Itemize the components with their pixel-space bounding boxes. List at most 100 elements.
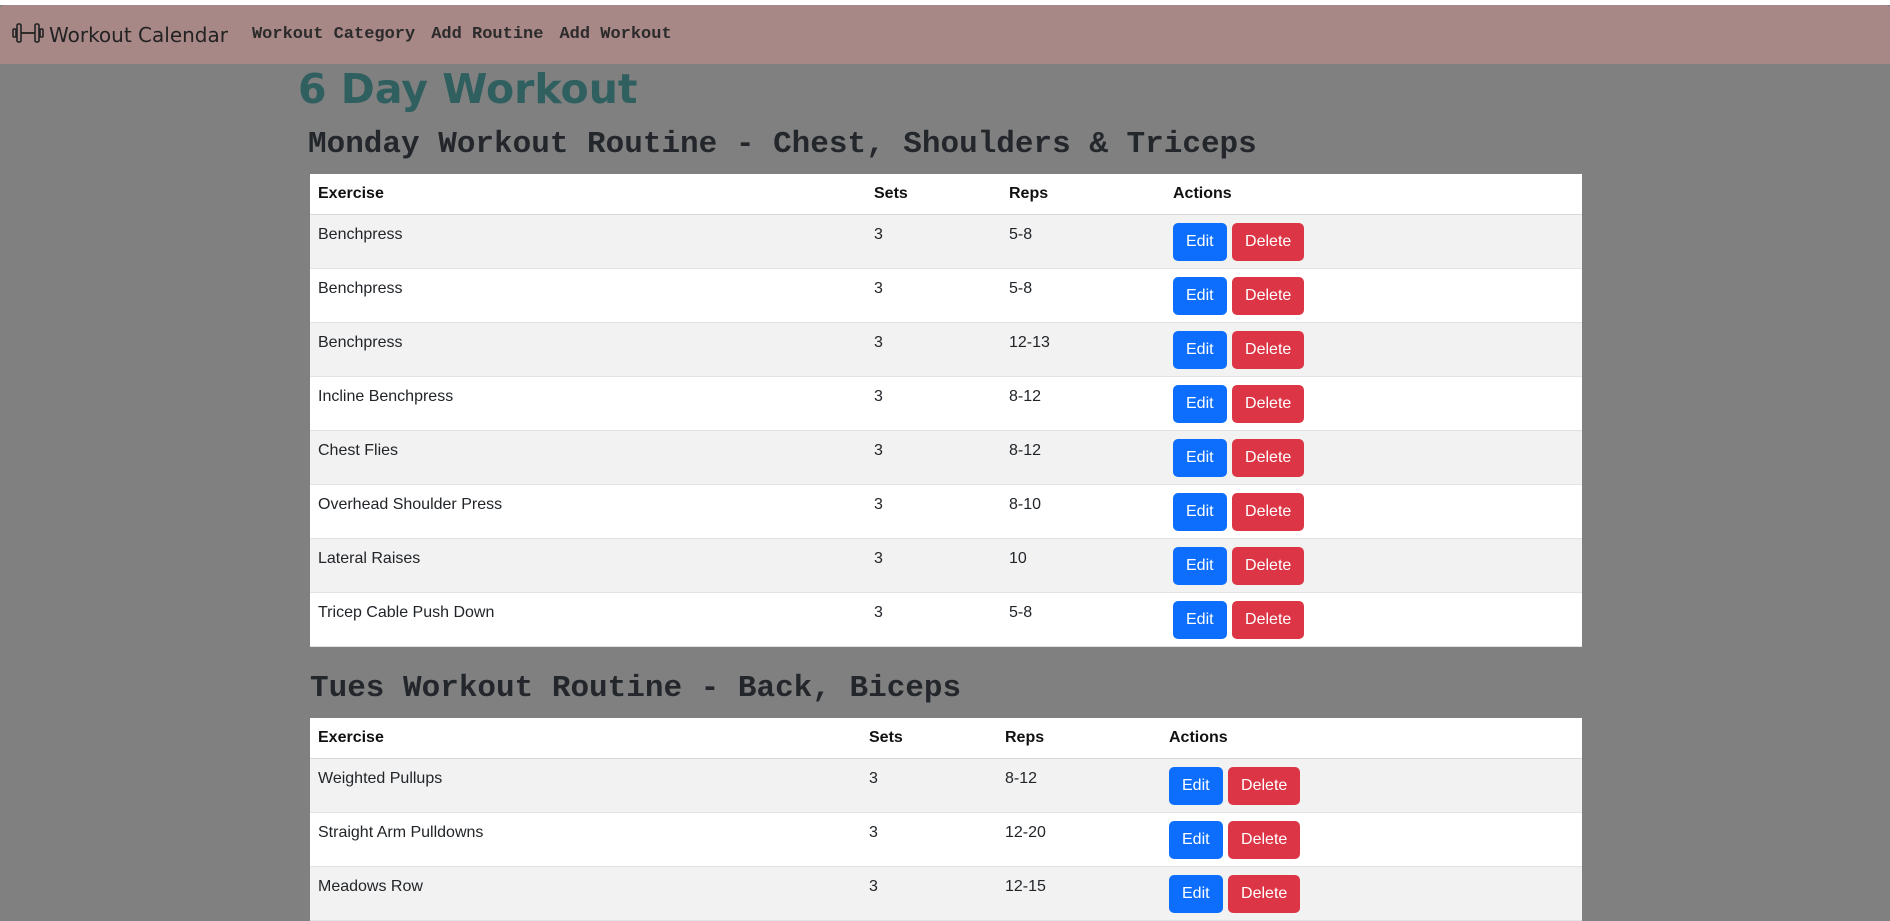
actions-cell: Edit Delete xyxy=(1161,758,1582,813)
reps-cell: 8-10 xyxy=(1001,484,1165,539)
delete-button[interactable]: Delete xyxy=(1232,223,1305,261)
table-row: Benchpress 3 5-8 Edit Delete xyxy=(310,268,1582,323)
exercise-cell: Chest Flies xyxy=(310,430,866,485)
table-header-row: Exercise Sets Reps Actions xyxy=(310,174,1582,215)
reps-cell: 8-12 xyxy=(1001,430,1165,485)
actions-cell: Edit Delete xyxy=(1161,866,1582,921)
delete-button[interactable]: Delete xyxy=(1232,601,1305,639)
actions-cell: Edit Delete xyxy=(1165,592,1582,647)
edit-button[interactable]: Edit xyxy=(1173,493,1227,531)
edit-button[interactable]: Edit xyxy=(1173,331,1227,369)
routine-table-tuesday: Exercise Sets Reps Actions Weighted Pull… xyxy=(310,718,1582,921)
column-header-sets: Sets xyxy=(866,174,1001,215)
delete-button[interactable]: Delete xyxy=(1232,493,1305,531)
sets-cell: 3 xyxy=(866,592,1001,647)
brand-link[interactable]: Workout Calendar xyxy=(12,22,228,48)
sets-cell: 3 xyxy=(866,376,1001,431)
table-row: Benchpress 3 5-8 Edit Delete xyxy=(310,214,1582,269)
sets-cell: 3 xyxy=(866,430,1001,485)
exercise-cell: Benchpress xyxy=(310,268,866,323)
reps-cell: 12-15 xyxy=(997,866,1161,921)
navbar: Workout Calendar Workout Category Add Ro… xyxy=(0,5,1890,64)
nav-link-add-routine[interactable]: Add Routine xyxy=(431,25,543,44)
table-row: Benchpress 3 12-13 Edit Delete xyxy=(310,322,1582,377)
routine-title-tuesday: Tues Workout Routine - Back, Biceps xyxy=(310,671,962,706)
column-header-exercise: Exercise xyxy=(310,174,866,215)
edit-button[interactable]: Edit xyxy=(1173,439,1227,477)
delete-button[interactable]: Delete xyxy=(1232,547,1305,585)
table-row: Overhead Shoulder Press 3 8-10 Edit Dele… xyxy=(310,484,1582,539)
table-row: Straight Arm Pulldowns 3 12-20 Edit Dele… xyxy=(310,812,1582,867)
column-header-reps: Reps xyxy=(997,718,1161,759)
edit-button[interactable]: Edit xyxy=(1173,547,1227,585)
table-row: Chest Flies 3 8-12 Edit Delete xyxy=(310,430,1582,485)
delete-button[interactable]: Delete xyxy=(1232,439,1305,477)
delete-button[interactable]: Delete xyxy=(1232,277,1305,315)
exercise-cell: Incline Benchpress xyxy=(310,376,866,431)
reps-cell: 8-12 xyxy=(997,758,1161,813)
exercise-cell: Straight Arm Pulldowns xyxy=(310,812,861,867)
delete-button[interactable]: Delete xyxy=(1228,767,1301,805)
exercise-cell: Benchpress xyxy=(310,322,866,377)
actions-cell: Edit Delete xyxy=(1165,214,1582,269)
sets-cell: 3 xyxy=(866,322,1001,377)
edit-button[interactable]: Edit xyxy=(1169,767,1223,805)
sets-cell: 3 xyxy=(866,268,1001,323)
table-row: Lateral Raises 3 10 Edit Delete xyxy=(310,538,1582,593)
reps-cell: 10 xyxy=(1001,538,1165,593)
edit-button[interactable]: Edit xyxy=(1173,277,1227,315)
column-header-reps: Reps xyxy=(1001,174,1165,215)
table-row: Weighted Pullups 3 8-12 Edit Delete xyxy=(310,758,1582,813)
sets-cell: 3 xyxy=(861,812,997,867)
sets-cell: 3 xyxy=(866,538,1001,593)
table-row: Tricep Cable Push Down 3 5-8 Edit Delete xyxy=(310,592,1582,647)
edit-button[interactable]: Edit xyxy=(1173,223,1227,261)
reps-cell: 5-8 xyxy=(1001,592,1165,647)
nav-link-workout-category[interactable]: Workout Category xyxy=(252,25,415,44)
exercise-cell: Overhead Shoulder Press xyxy=(310,484,866,539)
column-header-sets: Sets xyxy=(861,718,997,759)
routine-table-monday: Exercise Sets Reps Actions Benchpress 3 … xyxy=(310,174,1582,647)
nav-links: Workout Category Add Routine Add Workout xyxy=(252,25,688,44)
exercise-cell: Tricep Cable Push Down xyxy=(310,592,866,647)
delete-button[interactable]: Delete xyxy=(1228,875,1301,913)
reps-cell: 8-12 xyxy=(1001,376,1165,431)
exercise-cell: Weighted Pullups xyxy=(310,758,861,813)
dumbbell-icon xyxy=(12,22,49,48)
reps-cell: 12-13 xyxy=(1001,322,1165,377)
sets-cell: 3 xyxy=(861,866,997,921)
actions-cell: Edit Delete xyxy=(1165,484,1582,539)
table-header-row: Exercise Sets Reps Actions xyxy=(310,718,1582,759)
exercise-cell: Meadows Row xyxy=(310,866,861,921)
routine-title-monday: Monday Workout Routine - Chest, Shoulder… xyxy=(308,127,1257,162)
sets-cell: 3 xyxy=(866,484,1001,539)
edit-button[interactable]: Edit xyxy=(1169,875,1223,913)
edit-button[interactable]: Edit xyxy=(1169,821,1223,859)
brand-text: Workout Calendar xyxy=(49,22,228,47)
edit-button[interactable]: Edit xyxy=(1173,601,1227,639)
exercise-cell: Lateral Raises xyxy=(310,538,866,593)
table-row: Incline Benchpress 3 8-12 Edit Delete xyxy=(310,376,1582,431)
actions-cell: Edit Delete xyxy=(1165,430,1582,485)
actions-cell: Edit Delete xyxy=(1165,376,1582,431)
column-header-exercise: Exercise xyxy=(310,718,861,759)
delete-button[interactable]: Delete xyxy=(1232,331,1305,369)
delete-button[interactable]: Delete xyxy=(1228,821,1301,859)
actions-cell: Edit Delete xyxy=(1165,322,1582,377)
delete-button[interactable]: Delete xyxy=(1232,385,1305,423)
reps-cell: 5-8 xyxy=(1001,214,1165,269)
reps-cell: 5-8 xyxy=(1001,268,1165,323)
sets-cell: 3 xyxy=(866,214,1001,269)
column-header-actions: Actions xyxy=(1161,718,1582,759)
edit-button[interactable]: Edit xyxy=(1173,385,1227,423)
nav-link-add-workout[interactable]: Add Workout xyxy=(559,25,671,44)
actions-cell: Edit Delete xyxy=(1161,812,1582,867)
actions-cell: Edit Delete xyxy=(1165,538,1582,593)
sets-cell: 3 xyxy=(861,758,997,813)
exercise-cell: Benchpress xyxy=(310,214,866,269)
column-header-actions: Actions xyxy=(1165,174,1582,215)
table-row: Meadows Row 3 12-15 Edit Delete xyxy=(310,866,1582,921)
actions-cell: Edit Delete xyxy=(1165,268,1582,323)
page-title: 6 Day Workout xyxy=(298,65,638,113)
reps-cell: 12-20 xyxy=(997,812,1161,867)
